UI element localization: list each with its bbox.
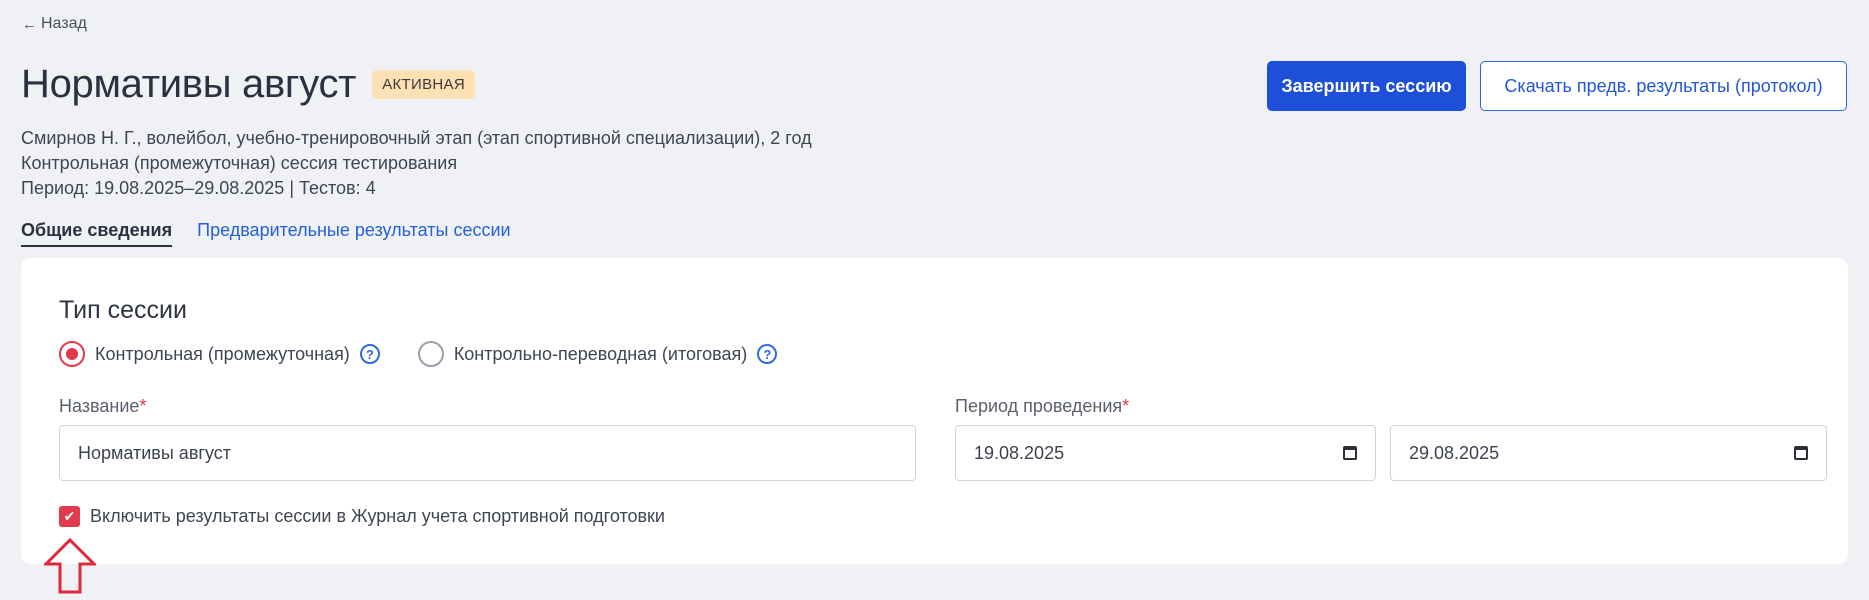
- radio-option-transfer: Контрольно-переводная (итоговая) ?: [417, 341, 778, 367]
- radio-control[interactable]: [59, 341, 85, 367]
- date-to-input[interactable]: 29.08.2025: [1390, 425, 1827, 481]
- back-label: Назад: [41, 15, 87, 32]
- include-journal-label: Включить результаты сессии в Журнал учет…: [90, 506, 665, 526]
- section-title: Тип сессии: [59, 296, 187, 324]
- session-form-card: Тип сессии Контрольная (промежуточная) ?…: [21, 258, 1848, 564]
- page-title: Нормативы август: [21, 62, 357, 106]
- arrow-up-outline-icon: [44, 538, 96, 594]
- session-meta: Смирнов Н. Г., волейбол, учебно-трениров…: [21, 126, 812, 201]
- required-mark: *: [1122, 396, 1130, 416]
- back-link[interactable]: ← Назад: [22, 15, 87, 33]
- radio-option-control: Контрольная (промежуточная) ?: [59, 341, 380, 367]
- radio-label-control: Контрольная (промежуточная): [95, 343, 350, 364]
- radio-transfer[interactable]: [417, 341, 444, 367]
- date-to-value: 29.08.2025: [1409, 442, 1500, 463]
- meta-period: Период: 19.08.2025–29.08.2025 | Тестов: …: [21, 178, 376, 198]
- date-from-value: 19.08.2025: [974, 442, 1065, 463]
- name-input-value: Нормативы август: [78, 442, 231, 463]
- required-mark: *: [139, 396, 147, 416]
- meta-athlete: Смирнов Н. Г., волейбол, учебно-трениров…: [21, 128, 812, 148]
- check-icon: ✔: [63, 508, 76, 524]
- session-type-radio-group: Контрольная (промежуточная) ? Контрольно…: [59, 341, 815, 367]
- meta-session-type: Контрольная (промежуточная) сессия тести…: [21, 153, 458, 173]
- name-input[interactable]: Нормативы август: [59, 425, 916, 481]
- calendar-icon[interactable]: [1343, 446, 1357, 460]
- status-badge: АКТИВНАЯ: [372, 70, 475, 99]
- question-circle-icon[interactable]: ?: [359, 344, 380, 364]
- title-row: Нормативы август АКТИВНАЯ: [21, 62, 475, 107]
- name-label: Название*: [59, 396, 146, 417]
- include-journal-row: ✔ Включить результаты сессии в Журнал уч…: [59, 506, 665, 527]
- tab-general[interactable]: Общие сведения: [21, 220, 173, 247]
- finish-session-button[interactable]: Завершить сессию: [1267, 61, 1466, 111]
- date-from-input[interactable]: 19.08.2025: [955, 425, 1376, 481]
- radio-label-transfer: Контрольно-переводная (итоговая): [453, 343, 748, 364]
- period-label: Период проведения*: [955, 396, 1129, 417]
- tabs: Общие сведения Предварительные результат…: [21, 220, 511, 247]
- name-label-text: Название: [59, 396, 140, 416]
- download-results-button[interactable]: Скачать предв. результаты (протокол): [1480, 61, 1847, 111]
- calendar-icon[interactable]: [1794, 446, 1808, 460]
- include-journal-checkbox[interactable]: ✔: [59, 506, 80, 527]
- question-circle-icon[interactable]: ?: [757, 344, 778, 364]
- period-label-text: Период проведения: [955, 396, 1123, 416]
- tab-preliminary-results[interactable]: Предварительные результаты сессии: [197, 220, 510, 247]
- arrow-left-icon: ←: [22, 15, 37, 33]
